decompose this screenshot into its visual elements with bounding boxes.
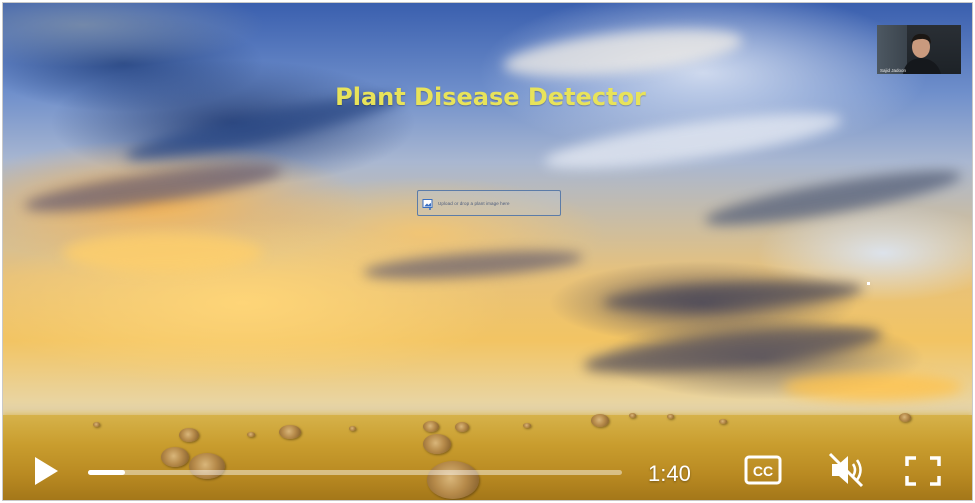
upload-instructions: Upload or drop a plant image here bbox=[438, 200, 510, 206]
hay-bale bbox=[93, 422, 100, 427]
captions-button[interactable]: CC bbox=[744, 455, 782, 490]
cloud-streak bbox=[63, 233, 263, 273]
hay-bale bbox=[591, 414, 609, 427]
hay-bale bbox=[455, 422, 469, 432]
play-button[interactable] bbox=[30, 456, 62, 490]
mouse-cursor bbox=[867, 282, 870, 285]
captions-label: CC bbox=[753, 463, 773, 479]
seek-bar-played bbox=[88, 470, 126, 475]
playback-time: 1:40 bbox=[648, 461, 691, 486]
page-title: Plant Disease Detector bbox=[335, 83, 646, 111]
play-icon bbox=[32, 455, 60, 492]
hay-bale bbox=[523, 423, 531, 428]
hay-bale bbox=[629, 413, 636, 418]
hay-bale bbox=[667, 414, 674, 419]
hay-bale bbox=[349, 426, 356, 431]
muted-speaker-icon bbox=[826, 452, 866, 493]
seek-bar[interactable] bbox=[88, 470, 622, 475]
presenter-webcam: Sajid Jadoon bbox=[877, 25, 961, 74]
hay-bale bbox=[279, 425, 301, 439]
image-upload-dropzone[interactable]: Upload or drop a plant image here bbox=[417, 190, 561, 216]
hay-bale bbox=[179, 428, 199, 442]
fullscreen-icon bbox=[904, 455, 942, 492]
hay-bale bbox=[423, 421, 439, 432]
hay-bale bbox=[247, 432, 255, 437]
video-controls-bar: 1:40 CC bbox=[0, 444, 975, 503]
hay-bale bbox=[719, 419, 727, 424]
video-player[interactable]: Plant Disease Detector Upload or drop a … bbox=[2, 2, 973, 501]
hay-bale bbox=[899, 413, 911, 422]
cloud-streak bbox=[783, 373, 963, 401]
closed-captions-icon: CC bbox=[744, 455, 782, 490]
upload-image-icon bbox=[422, 197, 434, 210]
mute-button[interactable] bbox=[826, 452, 866, 493]
fullscreen-button[interactable] bbox=[904, 455, 942, 492]
video-frame: Plant Disease Detector Upload or drop a … bbox=[3, 3, 972, 500]
webcam-name-label: Sajid Jadoon bbox=[880, 68, 907, 73]
presenter-silhouette bbox=[903, 33, 941, 74]
